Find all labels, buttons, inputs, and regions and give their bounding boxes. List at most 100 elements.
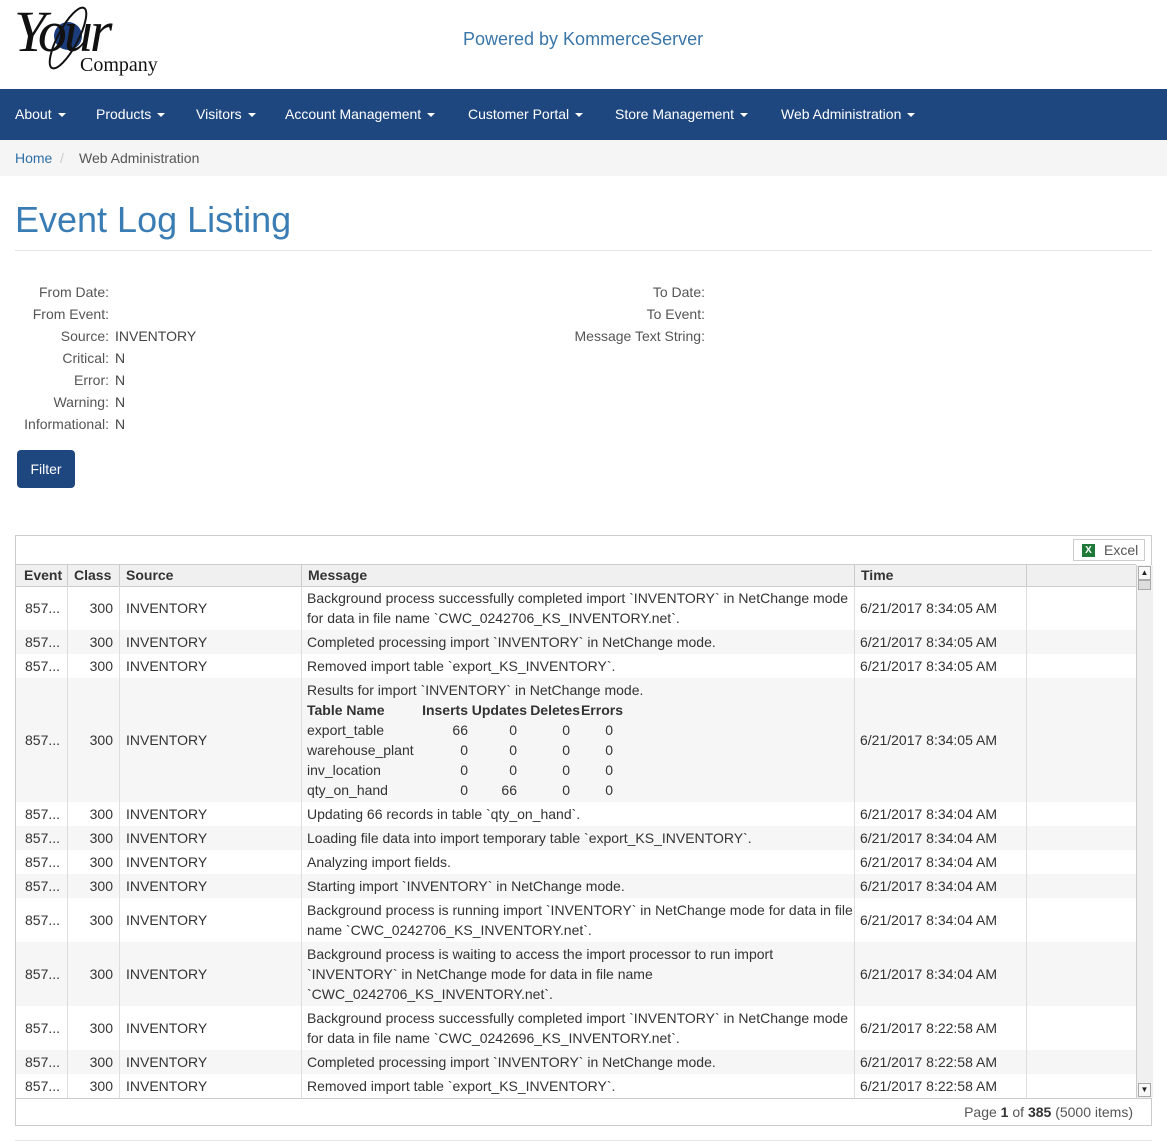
table-row[interactable]: 857... 300 INVENTORY Background process … [16, 586, 1136, 630]
source-cell: INVENTORY [126, 634, 208, 650]
time-cell: 6/21/2017 8:34:04 AM [860, 830, 997, 846]
results-cell: 0 [460, 782, 468, 798]
table-row[interactable]: 857... 300 INVENTORY Updating 66 records… [16, 802, 1136, 826]
time-cell: 6/21/2017 8:34:04 AM [860, 912, 997, 928]
results-cell: 66 [452, 722, 468, 738]
table-row[interactable]: 857... 300 INVENTORY Completed processin… [16, 1050, 1136, 1074]
error-value: N [115, 372, 126, 388]
caret-down-icon [427, 113, 436, 118]
source-cell: INVENTORY [126, 830, 208, 846]
title-divider [15, 250, 1152, 251]
table-row[interactable]: 857... 300 INVENTORY Background process … [16, 898, 1136, 942]
time-cell: 6/21/2017 8:22:58 AM [860, 1054, 997, 1070]
source-cell: INVENTORY [126, 1054, 208, 1070]
breadcrumb-home-link[interactable]: Home [15, 140, 52, 176]
nav-products-label: Products [96, 106, 152, 122]
table-row[interactable]: 857... 300 INVENTORY Removed import tabl… [16, 1074, 1136, 1098]
message-text-label: Message Text String: [574, 328, 705, 344]
event-cell: 857... [25, 830, 61, 846]
nav-customer-portal-label: Customer Portal [468, 106, 570, 122]
column-header-message[interactable]: Message [301, 565, 854, 586]
grid-vertical-scrollbar[interactable]: ▲ ▼ [1136, 565, 1153, 1098]
company-logo[interactable]: Your Company [12, 0, 172, 76]
table-row[interactable]: 857... 300 INVENTORY Analyzing import fi… [16, 850, 1136, 874]
message-cell: Starting import `INVENTORY` in NetChange… [307, 878, 625, 894]
excel-icon: X [1082, 544, 1095, 557]
column-divider [119, 586, 120, 1098]
results-cell: inv_location [307, 762, 381, 778]
table-row[interactable]: 857... 300 INVENTORY Completed processin… [16, 630, 1136, 654]
class-cell: 300 [89, 1078, 113, 1094]
column-header-source[interactable]: Source [119, 565, 301, 586]
class-cell: 300 [89, 1054, 113, 1070]
nav-web-administration[interactable]: Web Administration [781, 89, 916, 140]
message-cell: Removed import table `export_KS_INVENTOR… [307, 658, 616, 674]
nav-visitors[interactable]: Visitors [196, 89, 256, 140]
source-cell: INVENTORY [126, 966, 208, 982]
event-cell: 857... [25, 912, 61, 928]
caret-down-icon [907, 113, 916, 118]
nav-account-management[interactable]: Account Management [285, 89, 436, 140]
caret-down-icon [740, 113, 749, 118]
table-row[interactable]: 857... 300 INVENTORY Results for import … [16, 678, 1136, 802]
informational-label: Informational: [24, 416, 109, 432]
table-row[interactable]: 857... 300 INVENTORY Loading file data i… [16, 826, 1136, 850]
column-header-time[interactable]: Time [854, 565, 1026, 586]
class-cell: 300 [89, 634, 113, 650]
results-header-row: Table Name Inserts Updates Deletes Error… [307, 700, 623, 720]
results-cell: 0 [509, 722, 517, 738]
column-header-event[interactable]: Event [16, 565, 67, 586]
logo-company: Company [80, 54, 158, 76]
column-divider [1026, 586, 1027, 1098]
scroll-down-icon[interactable]: ▼ [1138, 1083, 1151, 1097]
column-header-class[interactable]: Class [67, 565, 119, 586]
message-cell: Removed import table `export_KS_INVENTOR… [307, 1078, 616, 1094]
message-cell: Results for import `INVENTORY` in NetCha… [301, 678, 854, 802]
message-cell: Background process is running import `IN… [307, 902, 853, 938]
results-cell: 0 [562, 762, 570, 778]
breadcrumb-current: Web Administration [79, 150, 200, 166]
source-cell: INVENTORY [126, 732, 208, 748]
from-event-label: From Event: [32, 306, 109, 322]
event-cell: 857... [25, 634, 61, 650]
warning-value: N [115, 394, 126, 410]
to-event-label: To Event: [646, 306, 705, 322]
breadcrumb: Home / Web Administration [0, 140, 1167, 176]
class-cell: 300 [89, 600, 113, 616]
nav-about-label: About [15, 106, 52, 122]
nav-visitors-label: Visitors [196, 106, 242, 122]
filter-button[interactable]: Filter [17, 450, 75, 488]
source-cell: INVENTORY [126, 854, 208, 870]
table-row[interactable]: 857... 300 INVENTORY Background process … [16, 942, 1136, 1006]
source-label: Source: [60, 328, 109, 344]
nav-store-management-label: Store Management [615, 106, 735, 122]
message-cell: Updating 66 records in table `qty_on_han… [307, 806, 581, 822]
results-cell: 0 [605, 762, 613, 778]
time-cell: 6/21/2017 8:34:05 AM [860, 600, 997, 616]
nav-account-management-label: Account Management [285, 106, 422, 122]
results-header-table-name: Table Name [307, 702, 385, 718]
caret-down-icon [157, 113, 166, 118]
results-row: warehouse_plant 0 0 0 0 [307, 740, 623, 760]
scroll-up-icon[interactable]: ▲ [1138, 566, 1151, 580]
results-header-deletes: Deletes [530, 702, 580, 718]
results-cell: 0 [562, 782, 570, 798]
nav-products[interactable]: Products [96, 89, 166, 140]
nav-about[interactable]: About [15, 89, 66, 140]
grid-pager: Page 1 of 385 (5000 items) [16, 1098, 1151, 1125]
event-cell: 857... [25, 600, 61, 616]
informational-value: N [115, 416, 126, 432]
scroll-thumb[interactable] [1138, 580, 1151, 590]
table-row[interactable]: 857... 300 INVENTORY Background process … [16, 1006, 1136, 1050]
time-cell: 6/21/2017 8:22:58 AM [860, 1020, 997, 1036]
table-row[interactable]: 857... 300 INVENTORY Starting import `IN… [16, 874, 1136, 898]
nav-customer-portal[interactable]: Customer Portal [468, 89, 584, 140]
caret-down-icon [575, 113, 584, 118]
table-row[interactable]: 857... 300 INVENTORY Removed import tabl… [16, 654, 1136, 678]
excel-export-button[interactable]: X Excel [1073, 539, 1145, 561]
critical-label: Critical: [62, 350, 109, 366]
results-table: Table Name Inserts Updates Deletes Error… [307, 700, 623, 800]
results-cell: qty_on_hand [307, 782, 388, 798]
class-cell: 300 [89, 878, 113, 894]
nav-store-management[interactable]: Store Management [615, 89, 749, 140]
